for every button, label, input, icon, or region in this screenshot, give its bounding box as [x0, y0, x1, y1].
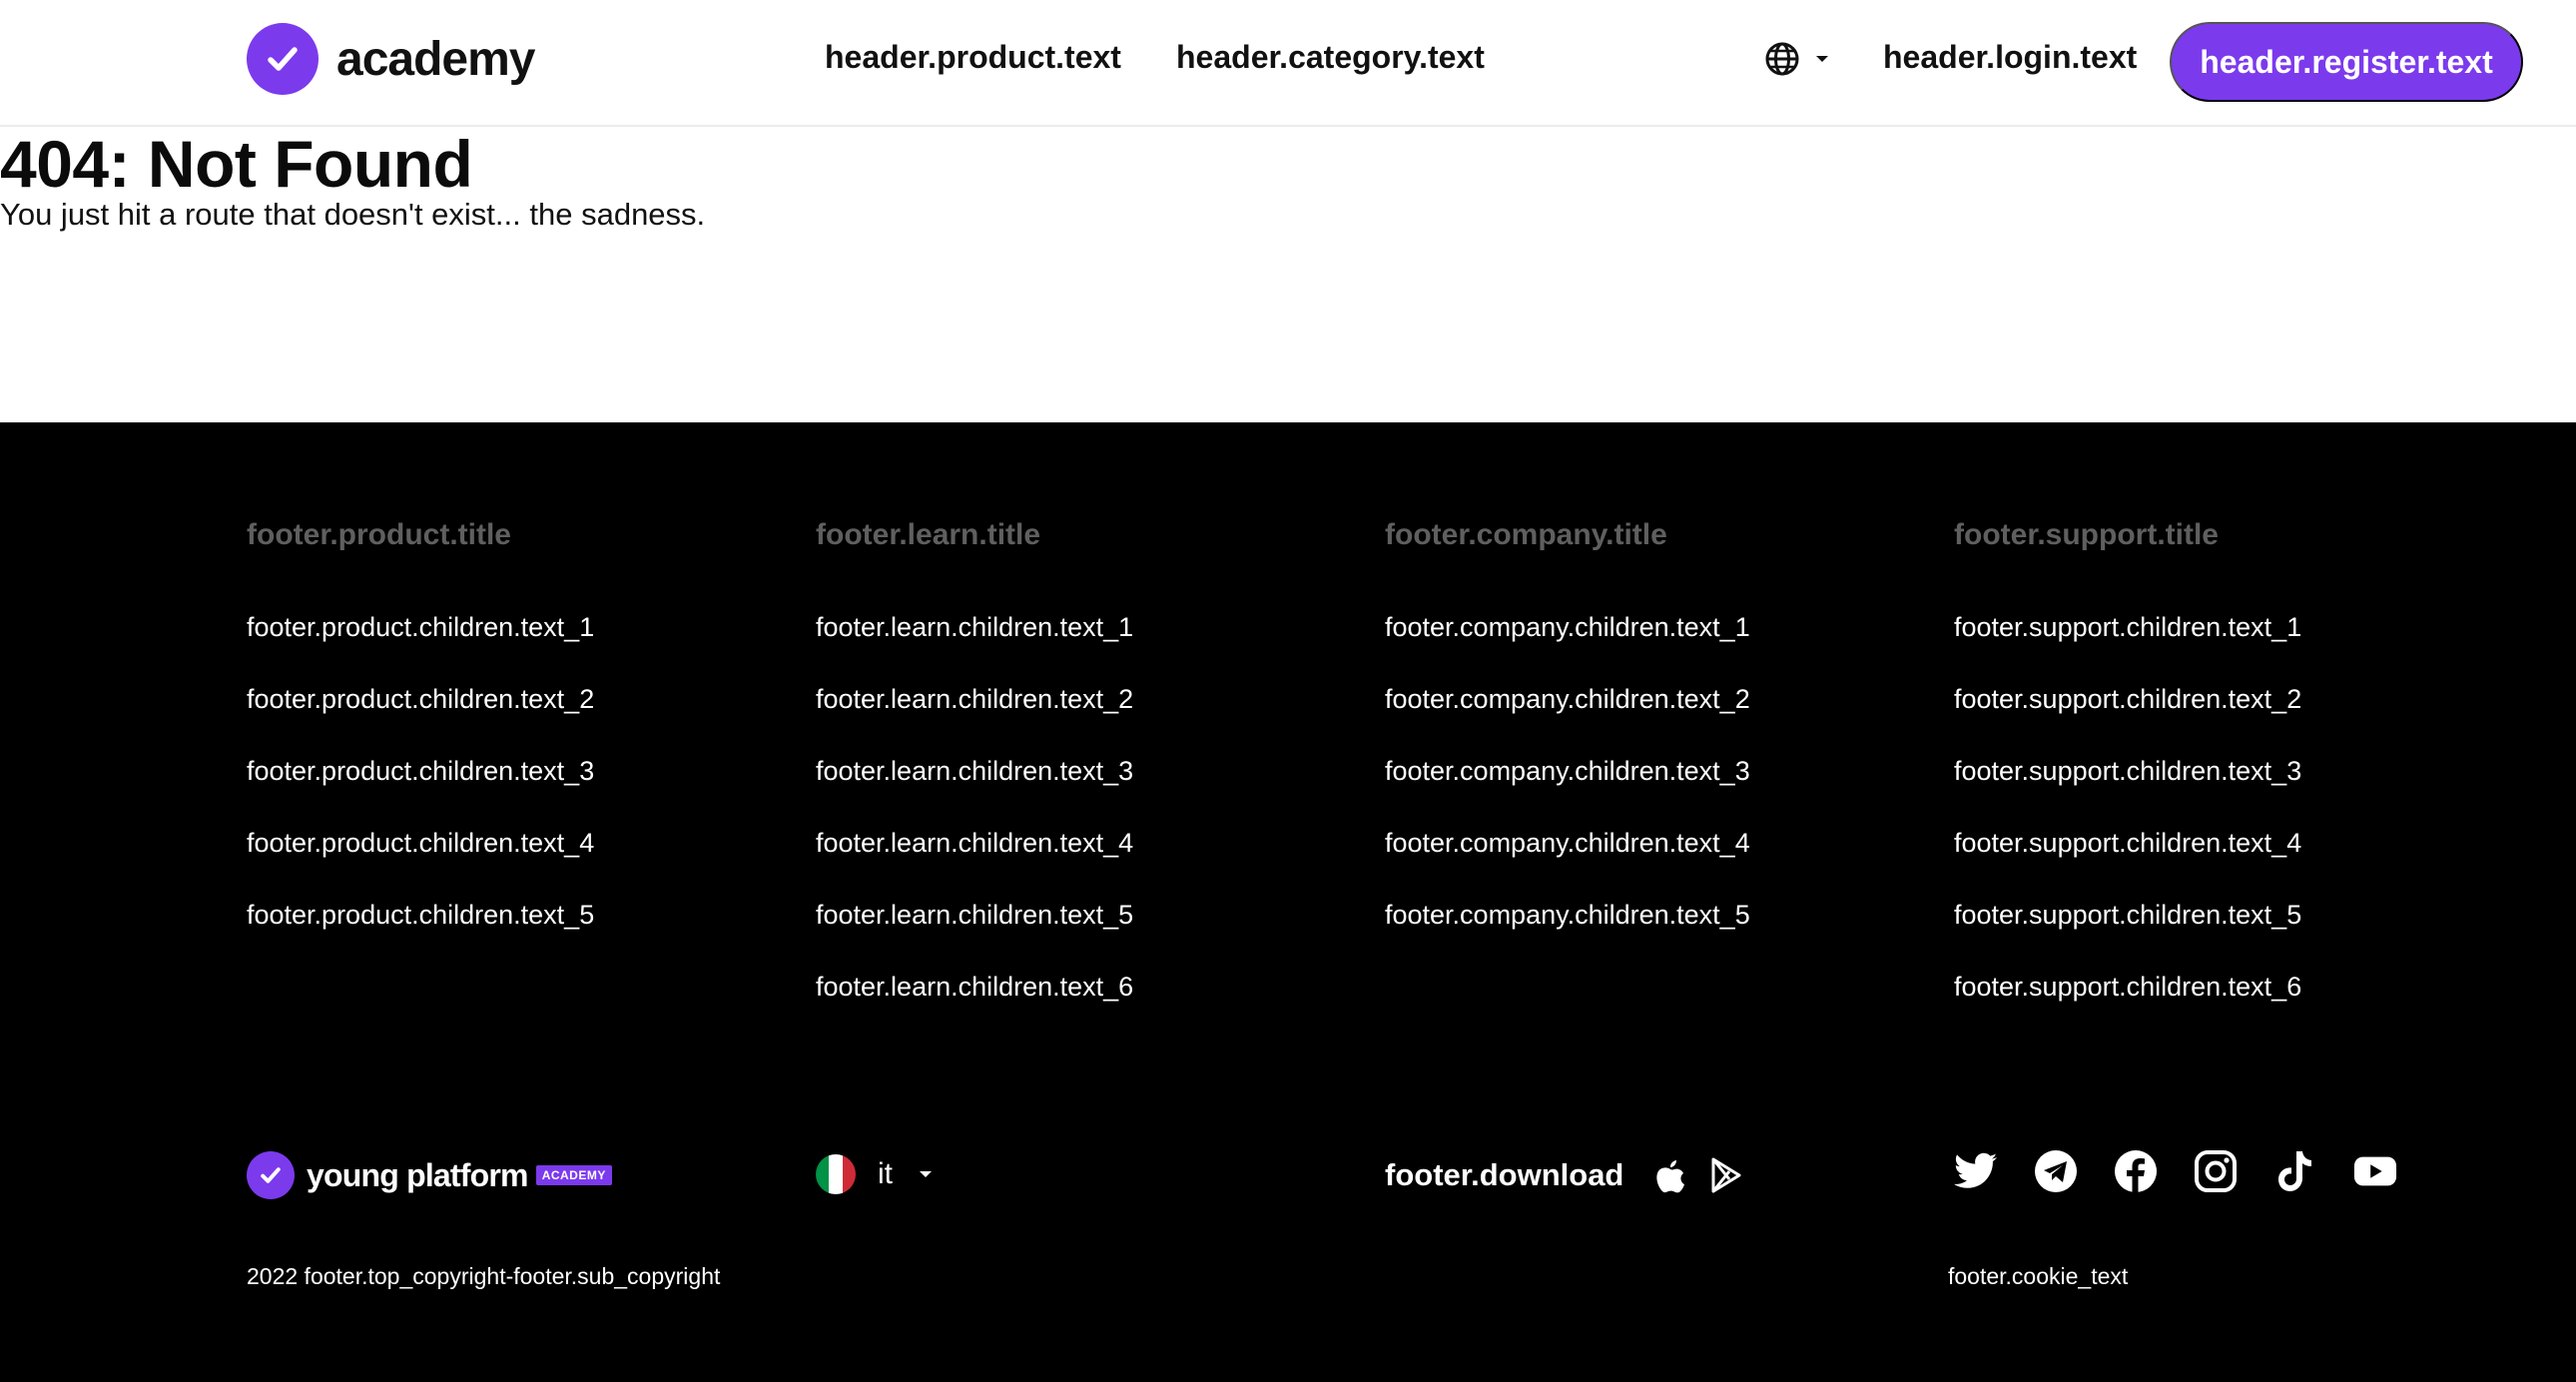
- academy-logo[interactable]: academy: [247, 23, 535, 95]
- footer-link[interactable]: footer.company.children.text_4: [1385, 826, 1750, 898]
- footer-link[interactable]: footer.product.children.text_1: [247, 610, 594, 682]
- nav-category-link[interactable]: header.category.text: [1176, 39, 1485, 76]
- footer-column-title: footer.support.title: [1954, 518, 2219, 551]
- footer-column-title: footer.product.title: [247, 518, 511, 551]
- footer-link[interactable]: footer.product.children.text_3: [247, 754, 594, 826]
- download-section: footer.download: [1385, 1156, 1743, 1194]
- login-link[interactable]: header.login.text: [1883, 39, 2137, 76]
- telegram-icon[interactable]: [2034, 1149, 2078, 1193]
- footer-link[interactable]: footer.support.children.text_6: [1954, 970, 2301, 1041]
- globe-icon: [1765, 42, 1799, 76]
- footer-link[interactable]: footer.company.children.text_1: [1385, 610, 1750, 682]
- cookie-link[interactable]: footer.cookie_text: [1948, 1263, 2128, 1290]
- footer-link[interactable]: footer.company.children.text_2: [1385, 682, 1750, 754]
- apple-icon[interactable]: [1653, 1156, 1687, 1194]
- instagram-icon[interactable]: [2194, 1149, 2238, 1193]
- footer-link[interactable]: footer.product.children.text_2: [247, 682, 594, 754]
- language-selector[interactable]: [1763, 40, 1829, 78]
- italy-flag-icon: [816, 1154, 856, 1194]
- brand-name: young platform: [307, 1156, 528, 1193]
- footer-link[interactable]: footer.support.children.text_3: [1954, 754, 2301, 826]
- footer-column-company: footer.company.title footer.company.chil…: [1385, 518, 1750, 970]
- footer-column-product: footer.product.title footer.product.chil…: [247, 518, 594, 970]
- tiktok-icon[interactable]: [2273, 1149, 2317, 1193]
- register-button[interactable]: header.register.text: [2170, 22, 2523, 102]
- footer-link[interactable]: footer.support.children.text_5: [1954, 898, 2301, 970]
- caret-down-icon: [1816, 56, 1828, 62]
- footer-link[interactable]: footer.learn.children.text_3: [816, 754, 1133, 826]
- checkmark-icon: [247, 23, 319, 95]
- download-label: footer.download: [1385, 1157, 1624, 1192]
- facebook-icon[interactable]: [2114, 1149, 2158, 1193]
- language-code: it: [878, 1157, 893, 1190]
- site-header: academy header.product.text header.categ…: [0, 0, 2576, 127]
- footer-link[interactable]: footer.learn.children.text_2: [816, 682, 1133, 754]
- google-play-icon[interactable]: [1709, 1157, 1743, 1193]
- site-footer: footer.product.title footer.product.chil…: [0, 422, 2576, 1382]
- footer-link[interactable]: footer.learn.children.text_1: [816, 610, 1133, 682]
- page-title: 404: Not Found: [0, 127, 473, 201]
- footer-link[interactable]: footer.learn.children.text_4: [816, 826, 1133, 898]
- footer-link[interactable]: footer.company.children.text_3: [1385, 754, 1750, 826]
- young-platform-logo[interactable]: young platform ACADEMY: [247, 1151, 612, 1199]
- footer-language-selector[interactable]: it: [816, 1154, 933, 1194]
- nav-product-link[interactable]: header.product.text: [825, 39, 1121, 76]
- footer-column-learn: footer.learn.title footer.learn.children…: [816, 518, 1133, 1041]
- logo-text: academy: [336, 32, 535, 86]
- footer-link[interactable]: footer.product.children.text_4: [247, 826, 594, 898]
- footer-column-support: footer.support.title footer.support.chil…: [1954, 518, 2301, 1041]
- footer-link[interactable]: footer.support.children.text_4: [1954, 826, 2301, 898]
- footer-link[interactable]: footer.learn.children.text_6: [816, 970, 1133, 1041]
- academy-tag: ACADEMY: [535, 1165, 612, 1185]
- footer-column-title: footer.company.title: [1385, 518, 1667, 551]
- checkmark-icon: [247, 1151, 295, 1199]
- footer-link[interactable]: footer.support.children.text_2: [1954, 682, 2301, 754]
- youtube-icon[interactable]: [2353, 1149, 2397, 1193]
- caret-down-icon: [920, 1171, 932, 1177]
- social-links: [1954, 1149, 2397, 1193]
- copyright-text: 2022 footer.top_copyright-footer.sub_cop…: [247, 1263, 721, 1289]
- footer-column-title: footer.learn.title: [816, 518, 1041, 551]
- footer-link[interactable]: footer.learn.children.text_5: [816, 898, 1133, 970]
- footer-link[interactable]: footer.product.children.text_5: [247, 898, 594, 970]
- twitter-icon[interactable]: [1954, 1149, 1998, 1193]
- page-subtitle: You just hit a route that doesn't exist.…: [0, 197, 706, 232]
- footer-link[interactable]: footer.company.children.text_5: [1385, 898, 1750, 970]
- footer-link[interactable]: footer.support.children.text_1: [1954, 610, 2301, 682]
